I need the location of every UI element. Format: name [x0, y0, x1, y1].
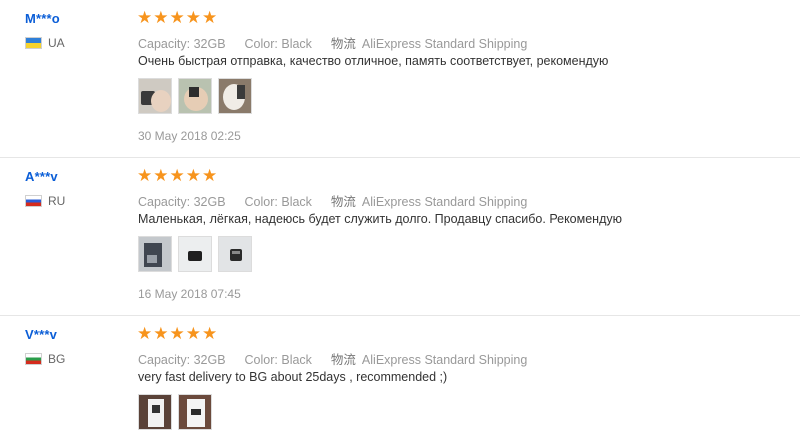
capacity-label: Capacity:	[138, 195, 191, 209]
logistics-icon: 物流	[330, 352, 356, 367]
review-text: Маленькая, лёгкая, надеюсь будет служить…	[138, 212, 622, 226]
review-photo-thumbnail[interactable]	[138, 236, 172, 272]
country-code: BG	[48, 352, 66, 366]
star-rating: ★ ★ ★ ★ ★	[137, 10, 218, 27]
review-photo-thumbnail[interactable]	[138, 394, 172, 430]
review-date: 16 May 2018 07:45	[138, 287, 241, 301]
star-icon: ★	[185, 166, 201, 186]
color-value: Black	[281, 195, 312, 209]
reviewer-country: RU	[25, 194, 65, 208]
shipping-method: AliExpress Standard Shipping	[361, 353, 528, 367]
star-icon: ★	[202, 324, 218, 344]
review-photos	[138, 78, 258, 114]
star-icon: ★	[169, 324, 185, 344]
capacity-label: Capacity:	[138, 353, 191, 367]
review-item: V***v BG ★ ★ ★ ★ ★ Capacity: 32GB Color:…	[0, 316, 800, 444]
star-icon: ★	[137, 8, 153, 28]
review-item: M***o UA ★ ★ ★ ★ ★ Capacity: 32GB Color:…	[0, 0, 800, 158]
star-icon: ★	[202, 166, 218, 186]
review-photo-thumbnail[interactable]	[178, 394, 212, 430]
star-rating: ★ ★ ★ ★ ★	[137, 168, 218, 185]
star-icon: ★	[153, 324, 169, 344]
review-photo-thumbnail[interactable]	[178, 78, 212, 114]
review-photo-thumbnail[interactable]	[218, 236, 252, 272]
order-info: Capacity: 32GB Color: Black 物流 AliExpress…	[138, 191, 527, 210]
reviewer-country: BG	[25, 352, 65, 366]
review-photo-thumbnail[interactable]	[178, 236, 212, 272]
review-photos	[138, 394, 218, 430]
flag-bg-icon	[25, 353, 42, 365]
reviewer-name[interactable]: V***v	[25, 327, 57, 342]
logistics-icon: 物流	[330, 36, 356, 51]
star-icon: ★	[153, 166, 169, 186]
country-code: UA	[48, 36, 65, 50]
review-text: Очень быстрая отправка, качество отлично…	[138, 54, 609, 68]
review-photo-thumbnail[interactable]	[218, 78, 252, 114]
shipping-method: AliExpress Standard Shipping	[361, 37, 528, 51]
color-label: Color:	[244, 37, 278, 51]
logistics-icon: 物流	[330, 194, 356, 209]
star-icon: ★	[185, 324, 201, 344]
capacity-value: 32GB	[193, 37, 226, 51]
star-icon: ★	[169, 8, 185, 28]
color-value: Black	[281, 353, 312, 367]
reviewer-name[interactable]: A***v	[25, 169, 58, 184]
order-info: Capacity: 32GB Color: Black 物流 AliExpress…	[138, 33, 527, 52]
review-item: A***v RU ★ ★ ★ ★ ★ Capacity: 32GB Color:…	[0, 158, 800, 316]
review-photos	[138, 236, 258, 272]
reviewer-country: UA	[25, 36, 65, 50]
star-icon: ★	[137, 166, 153, 186]
star-icon: ★	[153, 8, 169, 28]
star-icon: ★	[137, 324, 153, 344]
flag-ru-icon	[25, 195, 42, 207]
review-photo-thumbnail[interactable]	[138, 78, 172, 114]
capacity-value: 32GB	[193, 195, 226, 209]
color-value: Black	[281, 37, 312, 51]
order-info: Capacity: 32GB Color: Black 物流 AliExpress…	[138, 349, 527, 368]
color-label: Color:	[244, 353, 278, 367]
star-rating: ★ ★ ★ ★ ★	[137, 326, 218, 343]
flag-ua-icon	[25, 37, 42, 49]
country-code: RU	[48, 194, 66, 208]
capacity-value: 32GB	[193, 353, 226, 367]
color-label: Color:	[244, 195, 278, 209]
review-date: 30 May 2018 02:25	[138, 129, 241, 143]
star-icon: ★	[202, 8, 218, 28]
star-icon: ★	[185, 8, 201, 28]
reviewer-name[interactable]: M***o	[25, 11, 60, 26]
shipping-method: AliExpress Standard Shipping	[361, 195, 528, 209]
review-text: very fast delivery to BG about 25days , …	[138, 370, 448, 384]
star-icon: ★	[169, 166, 185, 186]
capacity-label: Capacity:	[138, 37, 191, 51]
